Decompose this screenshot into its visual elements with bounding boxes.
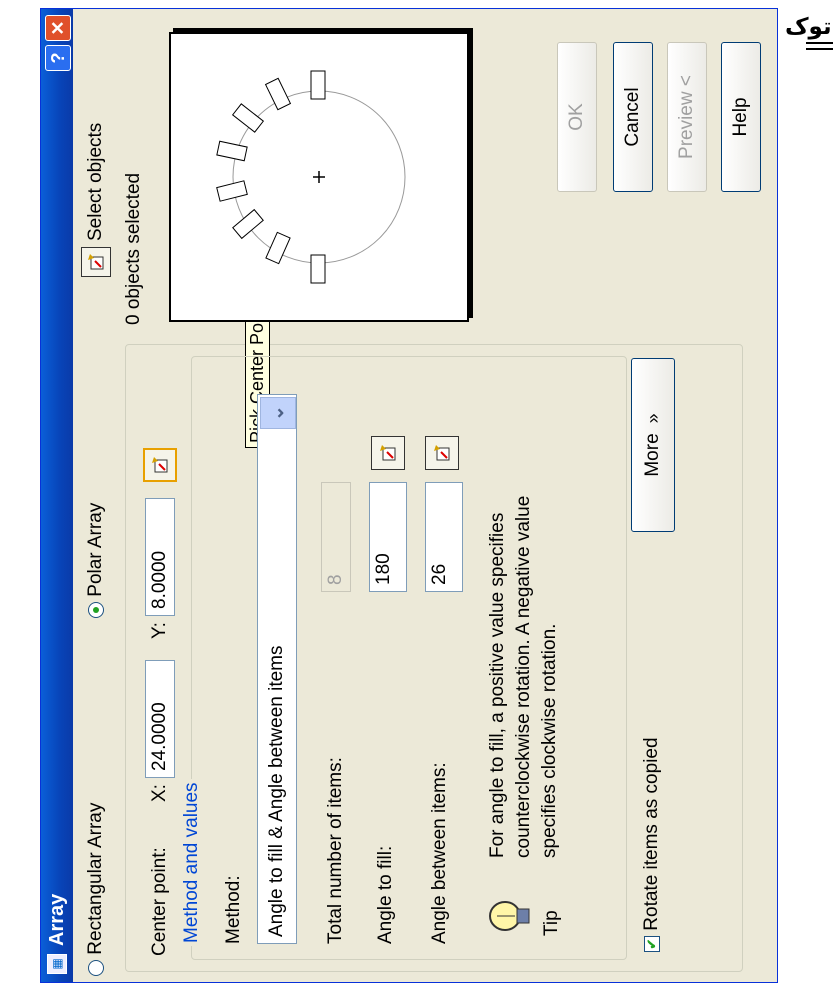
pick-angle-between-button[interactable] <box>425 436 459 470</box>
ok-button[interactable]: OK <box>557 42 597 192</box>
tip-text-line3: specifies clockwise rotation. <box>539 623 560 858</box>
method-value: Angle to fill & Angle between items <box>266 645 287 937</box>
y-label: Y: <box>149 622 170 639</box>
pick-point-icon <box>88 254 104 270</box>
center-x-input[interactable]: 24.0000 <box>145 660 175 778</box>
objects-selected-status: 0 objects selected <box>123 172 144 325</box>
method-select[interactable]: Angle to fill & Angle between items ⌄ <box>257 394 297 944</box>
array-app-icon: ▦ <box>47 954 67 974</box>
title-bar: ▦ Array ? ✕ <box>41 9 73 982</box>
pick-angle-fill-button[interactable] <box>371 436 405 470</box>
rectangular-array-radio[interactable]: Rectangular Array <box>85 803 107 976</box>
pick-point-icon <box>152 457 168 473</box>
close-button[interactable]: ✕ <box>45 15 71 41</box>
double-chevron-icon: » <box>642 413 663 424</box>
select-objects-label: Select objects <box>85 122 106 241</box>
total-items-label: Total number of items: <box>325 757 346 944</box>
radio-label: Polar Array <box>85 502 106 597</box>
angle-between-input[interactable]: 26 <box>425 482 463 592</box>
window-title: Array <box>45 893 68 946</box>
side-caption: اتوک <box>785 14 833 40</box>
array-dialog: ▦ Array ? ✕ Rectangular Array Polar Arra… <box>40 8 778 983</box>
select-objects-button[interactable] <box>81 247 111 277</box>
center-y-input[interactable]: 8.0000 <box>145 498 175 616</box>
array-preview <box>169 32 469 322</box>
more-label: More <box>642 433 663 477</box>
more-button[interactable]: More » <box>631 358 675 532</box>
polar-array-radio[interactable]: Polar Array <box>85 503 107 618</box>
preview-button[interactable]: Preview < <box>667 42 707 192</box>
radio-icon <box>87 960 104 976</box>
center-point-label: Center point: <box>149 847 170 956</box>
check-icon: ✔ <box>643 936 660 952</box>
divider <box>806 42 833 44</box>
radio-label: Rectangular Array <box>85 802 106 955</box>
rotate-items-checkbox[interactable]: ✔ Rotate items as copied <box>641 737 663 952</box>
cancel-button[interactable]: Cancel <box>613 42 653 192</box>
method-label: Method: <box>223 875 244 944</box>
divider <box>806 48 833 50</box>
angle-to-fill-label: Angle to fill: <box>375 845 396 944</box>
tip-text-line1: For angle to fill, a positive value spec… <box>487 512 508 858</box>
radio-selected-icon <box>87 602 104 618</box>
chevron-down-icon[interactable]: ⌄ <box>260 397 296 429</box>
polar-array-preview-graphic <box>216 70 406 284</box>
help-title-button[interactable]: ? <box>45 45 71 71</box>
method-values-title: Method and values <box>181 779 203 946</box>
angle-between-label: Angle between items: <box>429 762 450 944</box>
pick-point-icon <box>434 445 450 461</box>
angle-to-fill-input[interactable]: 180 <box>369 482 407 592</box>
tip-label: Tip <box>541 910 562 936</box>
x-label: X: <box>149 784 170 802</box>
tip-text-line2: counterclockwise rotation. A negative va… <box>513 495 534 858</box>
pick-point-icon <box>380 445 396 461</box>
lightbulb-icon <box>487 896 535 936</box>
help-button[interactable]: Help <box>721 42 761 192</box>
total-items-input[interactable]: 8 <box>321 482 351 592</box>
pick-center-point-button[interactable] <box>143 448 177 482</box>
rotate-items-label: Rotate items as copied <box>641 737 662 931</box>
